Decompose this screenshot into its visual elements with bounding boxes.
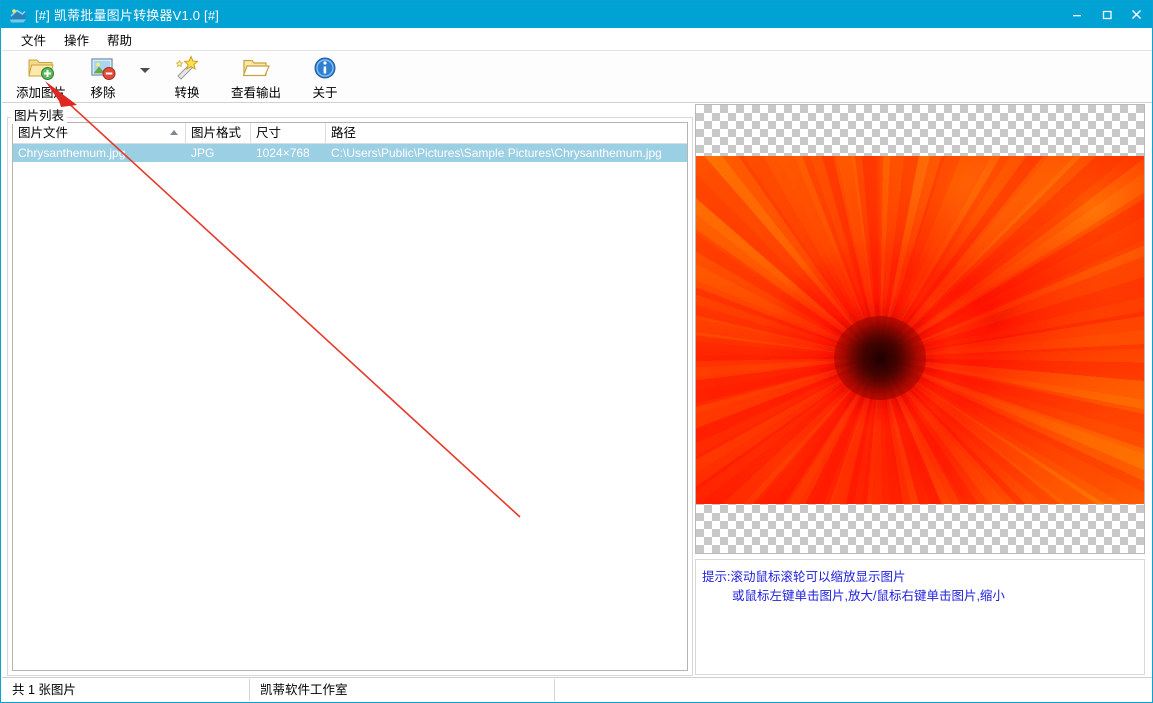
convert-label: 转换 [174, 86, 200, 100]
column-header-format[interactable]: 图片格式 [186, 123, 251, 143]
convert-button[interactable]: 转换 [156, 51, 218, 101]
view-output-button[interactable]: 查看输出 [218, 51, 294, 101]
cell-size: 1024×768 [256, 146, 310, 160]
remove-dropdown-button[interactable] [134, 51, 156, 101]
status-image-count: 共 1 张图片 [2, 678, 250, 701]
about-label: 关于 [312, 86, 338, 100]
view-output-label: 查看输出 [230, 86, 281, 100]
close-button[interactable] [1123, 1, 1150, 28]
table-row[interactable]: Chrysanthemum.jpg JPG 1024×768 C:\Users\… [13, 144, 687, 162]
app-icon [9, 6, 27, 24]
info-icon [312, 55, 338, 81]
menu-bar: 文件 操作 帮助 [2, 28, 1152, 51]
minimize-button[interactable] [1063, 1, 1090, 28]
add-images-label: 添加图片 [15, 86, 66, 100]
hint-line-2: 或鼠标左键单击图片,放大/鼠标右键单击图片,缩小 [732, 589, 1005, 603]
status-extra [555, 679, 1152, 701]
column-header-file[interactable]: 图片文件 [13, 123, 186, 143]
toolbar: 添加图片 移除 转换 查看输出 关于 [2, 50, 1152, 103]
image-list[interactable]: 图片文件 图片格式 尺寸 路径 Chrysanthemum.jpg JPG 10… [12, 122, 688, 671]
folder-add-icon [27, 55, 55, 81]
column-header-size[interactable]: 尺寸 [251, 123, 326, 143]
magic-wand-icon [173, 55, 201, 81]
remove-button[interactable]: 移除 [72, 51, 134, 101]
application-window: [#] 凯蒂批量图片转换器V1.0 [#] 文件 操作 帮助 添加图片 移除 转… [0, 0, 1153, 703]
cell-path: C:\Users\Public\Pictures\Sample Pictures… [331, 146, 662, 160]
menu-item-help[interactable]: 帮助 [98, 28, 141, 51]
petal-highlight-layer [696, 156, 1144, 504]
status-brand: 凯蒂软件工作室 [250, 678, 555, 701]
maximize-button[interactable] [1093, 1, 1120, 28]
preview-hint-box: 提示:滚动鼠标滚轮可以缩放显示图片 或鼠标左键单击图片,放大/鼠标右键单击图片,… [695, 559, 1145, 675]
add-images-button[interactable]: 添加图片 [10, 51, 72, 101]
chrysanthemum-photo [696, 156, 1144, 504]
hint-line-1: 提示:滚动鼠标滚轮可以缩放显示图片 [702, 570, 906, 584]
image-remove-icon [89, 55, 117, 81]
cell-file: Chrysanthemum.jpg [18, 146, 126, 160]
cell-format: JPG [191, 146, 215, 160]
flower-center [833, 315, 926, 400]
about-button[interactable]: 关于 [294, 51, 356, 101]
menu-item-operation[interactable]: 操作 [55, 28, 98, 51]
status-bar: 共 1 张图片 凯蒂软件工作室 [2, 677, 1152, 701]
column-header-path[interactable]: 路径 [326, 123, 675, 143]
menu-item-file[interactable]: 文件 [12, 28, 55, 51]
chevron-down-icon [140, 67, 150, 73]
image-preview-panel[interactable] [695, 104, 1145, 554]
title-bar: [#] 凯蒂批量图片转换器V1.0 [#] [1, 1, 1152, 28]
image-list-frame: 图片文件 图片格式 尺寸 路径 Chrysanthemum.jpg JPG 10… [7, 117, 693, 676]
remove-label: 移除 [90, 86, 116, 100]
image-list-header: 图片文件 图片格式 尺寸 路径 [13, 123, 687, 144]
folder-open-icon [242, 55, 270, 81]
column-header-file-label: 图片文件 [18, 126, 69, 140]
image-list-group-label: 图片列表 [11, 105, 68, 124]
image-list-group: 图片列表 图片文件 图片格式 尺寸 路径 Chrysanthemum.jpg J… [7, 105, 693, 676]
sort-ascending-icon [170, 130, 178, 135]
window-title: [#] 凯蒂批量图片转换器V1.0 [#] [35, 8, 220, 23]
preview-image[interactable] [696, 156, 1144, 504]
